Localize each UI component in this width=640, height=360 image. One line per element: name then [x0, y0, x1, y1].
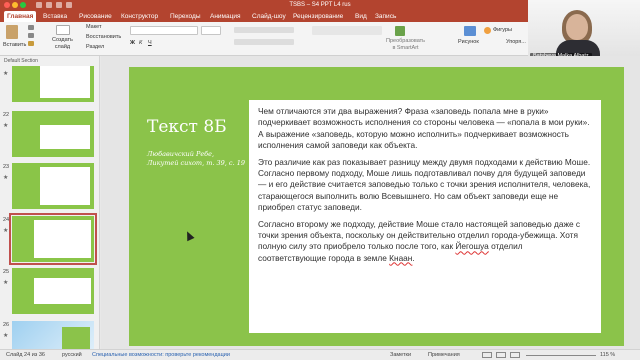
zoom-slider[interactable] [526, 355, 596, 356]
tab-record[interactable]: Запись [372, 11, 399, 22]
tab-insert[interactable]: Вставка [40, 11, 70, 22]
italic-button[interactable]: К [139, 40, 142, 47]
smartart-icon[interactable] [395, 26, 405, 36]
presenter-face [566, 14, 588, 40]
paste-icon[interactable] [6, 25, 18, 39]
text-direction-tools[interactable] [312, 26, 382, 35]
animation-star-icon: ★ [3, 333, 9, 339]
thumb-text-area [34, 278, 91, 304]
slide-number-26: 26 [3, 322, 10, 328]
body-paragraph-3: Согласно второму же подходу, действие Мо… [258, 219, 592, 264]
tab-home[interactable]: Главная [4, 11, 37, 22]
current-slide[interactable]: Текст 8Б Любавичский Ребе, Ликутей сихот… [129, 67, 624, 346]
font-name-select[interactable] [130, 26, 198, 35]
section-label[interactable]: Default Section [4, 58, 38, 64]
body-paragraph-2: Это различие как раз показывает разницу … [258, 156, 591, 212]
animation-star-icon: ★ [3, 228, 9, 234]
picture-button[interactable]: Рисунок [458, 39, 479, 46]
slide-number-25: 25 [3, 269, 10, 275]
tab-view[interactable]: Вид [352, 11, 370, 22]
slide-thumbnail-25[interactable] [12, 268, 94, 314]
body-paragraph-3-text-a: Согласно второму же подходу, действие Мо… [258, 218, 581, 252]
thumb-text-area [34, 220, 91, 258]
layout-button[interactable]: Макет [86, 24, 102, 31]
notes-button[interactable]: Заметки [390, 350, 411, 360]
ribbon-home: Вставить Создать слайд Макет Восстановит… [0, 22, 528, 56]
arrange-button[interactable]: Упоря... [506, 39, 526, 46]
format-painter-icon[interactable] [28, 41, 34, 46]
slide-number-22: 22 [3, 112, 10, 118]
powerpoint-window: TSBS – S4 PPT L4 rus Главная Вставка Рис… [0, 0, 640, 360]
shapes-icon[interactable] [484, 27, 491, 34]
tab-animations[interactable]: Анимация [207, 11, 244, 22]
spellcheck-word-knaan: Кнаан [389, 252, 413, 263]
thumb-accent-area [62, 327, 90, 349]
paragraph-tools[interactable] [234, 27, 294, 33]
accessibility-status[interactable]: Специальные возможности: проверьте реком… [92, 350, 230, 360]
thumb-text-area [40, 66, 90, 98]
alignment-tools[interactable] [234, 39, 294, 45]
new-slide-icon[interactable] [56, 25, 70, 35]
font-size-select[interactable] [201, 26, 221, 35]
shapes-button[interactable]: Фигуры [493, 27, 512, 34]
cut-icon[interactable] [28, 25, 34, 30]
reset-button[interactable]: Восстановить [86, 34, 121, 41]
status-bar: Слайд 24 из 36 русский Специальные возмо… [0, 349, 640, 360]
thumb-text-area [40, 167, 90, 205]
tab-review[interactable]: Рецензирование [290, 11, 346, 22]
new-slide-button[interactable]: Создать слайд [52, 37, 73, 51]
slide-thumbnail-22[interactable] [12, 111, 94, 157]
slide-thumbnail-26[interactable] [12, 321, 94, 349]
copy-icon[interactable] [28, 33, 34, 38]
language-status[interactable]: русский [62, 350, 82, 360]
comments-button[interactable]: Примечания [428, 350, 460, 360]
picture-icon[interactable] [464, 26, 476, 36]
slide-sorter-icon[interactable] [496, 352, 506, 358]
animation-star-icon: ★ [3, 71, 9, 77]
convert-smartart-button[interactable]: Преобразовать в SmartArt [386, 38, 425, 52]
reading-view-icon[interactable] [510, 352, 520, 358]
presenter-webcam: Batsheva Malka Albatz [528, 0, 640, 62]
tab-draw[interactable]: Рисование [76, 11, 115, 22]
thumb-text-area [40, 125, 90, 149]
section-button[interactable]: Раздел [86, 44, 104, 51]
slide-number-24: 24 [3, 217, 10, 223]
normal-view-icon[interactable] [482, 352, 492, 358]
slide-thumbnail-panel[interactable]: Default Section ★ 22 ★ 23 ★ 24 ★ 25 ★ 26… [0, 56, 100, 349]
slide-subtitle[interactable]: Любавичский Ребе, Ликутей сихот, т. 39, … [147, 150, 247, 168]
body-paragraph-3-text-c: . [412, 252, 415, 263]
slide-title[interactable]: Текст 8Б [147, 117, 227, 137]
animation-star-icon: ★ [3, 123, 9, 129]
spellcheck-word-yehoshua: Йегошуа [455, 241, 489, 252]
slide-thumbnail-24-selected[interactable] [9, 213, 97, 265]
paste-button-label[interactable]: Вставить [3, 42, 26, 49]
tab-transitions[interactable]: Переходы [167, 11, 204, 22]
body-paragraph-1: Чем отличаются эти два выражения? Фраза … [258, 106, 590, 150]
slide-thumbnail-23[interactable] [12, 163, 94, 209]
slide-number-23: 23 [3, 164, 10, 170]
slide-editor[interactable]: Текст 8Б Любавичский Ребе, Ликутей сихот… [101, 56, 640, 349]
bold-button[interactable]: Ж [130, 40, 135, 47]
underline-button[interactable]: Ч [148, 40, 152, 47]
tab-design[interactable]: Конструктор [118, 11, 161, 22]
animation-star-icon: ★ [3, 280, 9, 286]
animation-star-icon: ★ [3, 175, 9, 181]
slide-count: Слайд 24 из 36 [6, 352, 45, 358]
slide-thumbnail-21[interactable] [12, 66, 94, 102]
zoom-level[interactable]: 115 % [600, 350, 615, 360]
tab-slideshow[interactable]: Слайд-шоу [249, 11, 289, 22]
slide-body-textbox[interactable]: Чем отличаются эти два выражения? Фраза … [249, 100, 601, 333]
